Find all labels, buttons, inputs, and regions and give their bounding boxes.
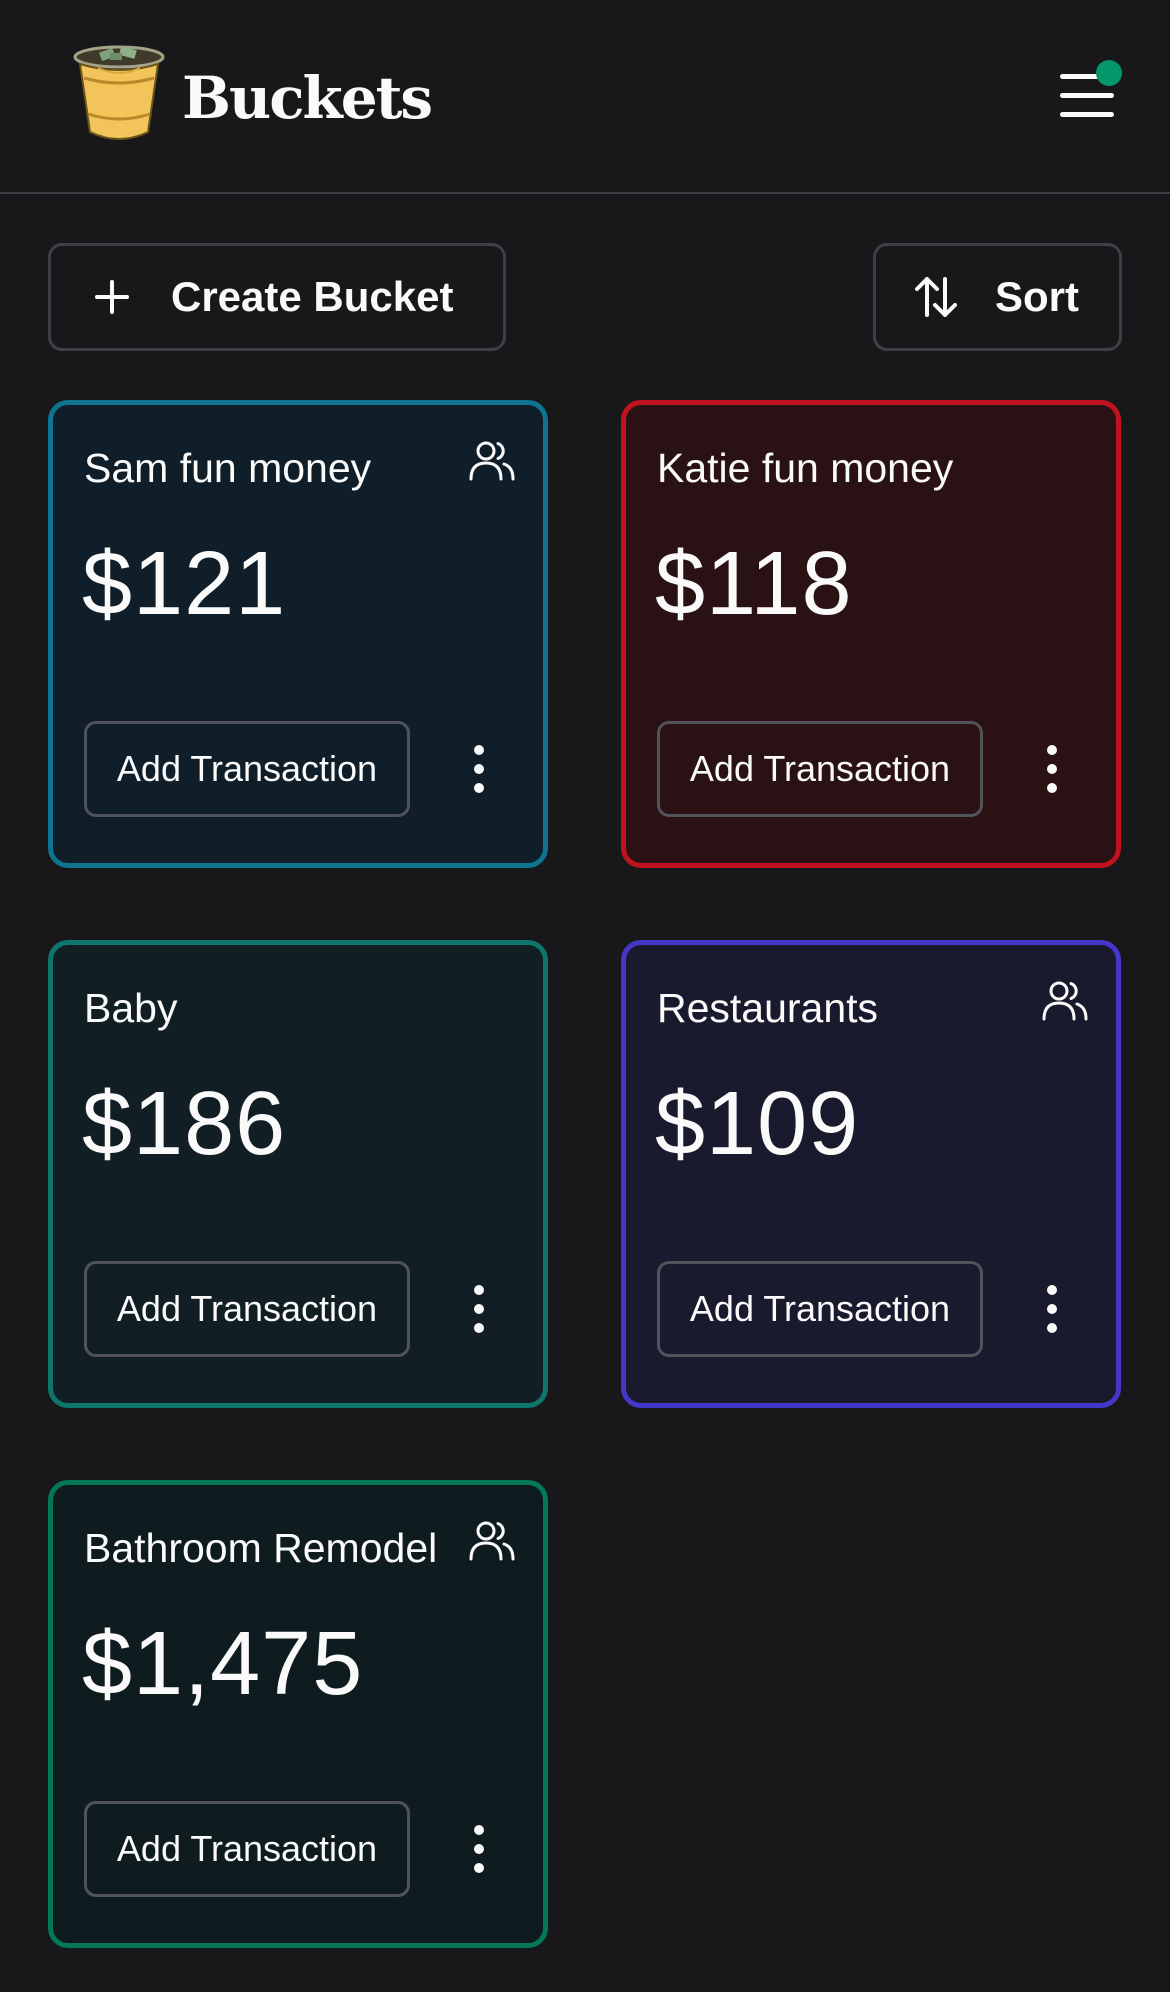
bucket-amount: $186 — [82, 1074, 287, 1174]
add-transaction-button[interactable]: Add Transaction — [657, 1261, 983, 1357]
menu-bar — [1060, 93, 1114, 98]
add-transaction-button[interactable]: Add Transaction — [84, 721, 410, 817]
more-options-icon[interactable] — [459, 1281, 499, 1337]
bucket-card-baby[interactable]: Baby $186 Add Transaction — [48, 940, 548, 1408]
more-options-icon[interactable] — [459, 1821, 499, 1877]
sort-button[interactable]: Sort — [873, 243, 1122, 351]
bucket-amount: $1,475 — [82, 1614, 364, 1714]
plus-icon — [95, 280, 129, 314]
add-transaction-button[interactable]: Add Transaction — [84, 1261, 410, 1357]
add-transaction-button[interactable]: Add Transaction — [84, 1801, 410, 1897]
bucket-name: Bathroom Remodel — [84, 1525, 438, 1571]
more-options-icon[interactable] — [1032, 1281, 1072, 1337]
bucket-amount: $109 — [655, 1074, 860, 1174]
sort-label: Sort — [995, 273, 1079, 320]
shared-users-icon — [469, 1521, 515, 1561]
bucket-card-sam-fun-money[interactable]: Sam fun money $121 Add Transaction — [48, 400, 548, 868]
shared-users-icon — [1042, 981, 1088, 1021]
bucket-logo-icon — [73, 45, 165, 140]
create-bucket-label: Create Bucket — [171, 273, 454, 320]
create-bucket-button[interactable]: Create Bucket — [48, 243, 506, 351]
bucket-name: Restaurants — [657, 985, 879, 1031]
shared-users-icon — [469, 441, 515, 481]
add-transaction-button[interactable]: Add Transaction — [657, 721, 983, 817]
bucket-name: Sam fun money — [84, 445, 372, 491]
bucket-card-restaurants[interactable]: Restaurants $109 Add Transaction — [621, 940, 1121, 1408]
bucket-card-bathroom-remodel[interactable]: Bathroom Remodel $1,475 Add Transaction — [48, 1480, 548, 1948]
more-options-icon[interactable] — [459, 741, 499, 797]
bucket-amount: $118 — [655, 534, 853, 634]
more-options-icon[interactable] — [1032, 741, 1072, 797]
notification-dot — [1096, 60, 1122, 86]
app-brand-name: Buckets — [182, 64, 433, 132]
bucket-amount: $121 — [82, 534, 287, 634]
bucket-name: Baby — [84, 985, 178, 1031]
sort-arrows-icon — [915, 277, 957, 317]
menu-bar — [1060, 112, 1114, 117]
bucket-name: Katie fun money — [657, 445, 954, 491]
app-header: Buckets — [0, 0, 1170, 194]
bucket-card-katie-fun-money[interactable]: Katie fun money $118 Add Transaction — [621, 400, 1121, 868]
